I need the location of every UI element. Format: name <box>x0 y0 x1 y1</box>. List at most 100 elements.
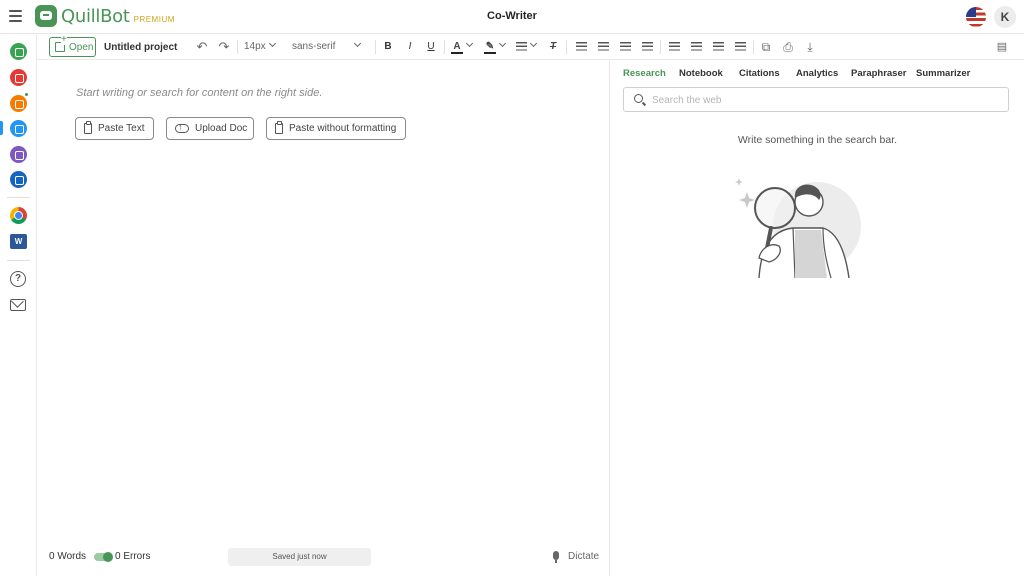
cloud-upload-icon <box>175 121 189 133</box>
add-document-icon <box>55 35 67 52</box>
menu-icon[interactable] <box>9 10 22 22</box>
bold-button[interactable]: B <box>381 39 395 55</box>
avatar[interactable]: K <box>994 6 1016 28</box>
editor-area[interactable]: Start writing or search for content on t… <box>37 60 610 576</box>
indent-button[interactable] <box>733 39 747 55</box>
sidebar-divider <box>7 260 30 261</box>
outdent-icon <box>712 41 724 51</box>
tab-research[interactable]: Research <box>623 68 666 79</box>
tab-citations[interactable]: Citations <box>739 68 780 79</box>
bullet-list-icon <box>668 41 680 51</box>
sidebar-item-quote[interactable] <box>10 171 27 188</box>
toolbar-divider <box>375 40 376 54</box>
align-justify-icon <box>641 41 653 51</box>
open-button[interactable]: Open <box>49 35 96 57</box>
chevron-down-icon <box>498 39 507 48</box>
clear-format-button[interactable]: T <box>546 39 560 55</box>
language-flag-icon[interactable] <box>966 7 986 27</box>
sidebar-item-co-writer[interactable] <box>10 120 27 137</box>
quillbot-logo-icon <box>35 5 57 27</box>
upload-doc-button[interactable]: Upload Doc <box>166 117 254 140</box>
help-icon[interactable]: ? <box>10 271 26 287</box>
highlight-button[interactable]: ✎ <box>484 39 512 55</box>
undo-icon[interactable]: ↶ <box>195 39 209 55</box>
font-size-select[interactable]: 14px <box>244 39 284 55</box>
text-color-icon: A <box>451 41 463 54</box>
top-bar: QuillBot PREMIUM Co-Writer K <box>0 0 1024 34</box>
active-indicator <box>0 121 3 135</box>
copy-button[interactable]: ⧉ <box>759 39 773 55</box>
redo-icon[interactable]: ↷ <box>217 39 231 55</box>
sidebar-item-paraphraser[interactable] <box>10 146 27 163</box>
underline-button[interactable]: U <box>424 39 438 55</box>
error-toggle[interactable] <box>94 552 113 562</box>
notification-dot <box>24 92 29 97</box>
sidebar-item-grammar-checker[interactable] <box>10 69 27 86</box>
tab-paraphraser[interactable]: Paraphraser <box>851 68 906 79</box>
search-icon <box>634 94 643 103</box>
line-spacing-button[interactable] <box>516 39 542 55</box>
chrome-extension-icon[interactable] <box>10 207 27 224</box>
align-justify-button[interactable] <box>640 39 654 55</box>
mail-icon[interactable] <box>10 299 26 311</box>
editor-toolbar: Open Untitled project ↶ ↷ 14px sans-seri… <box>37 34 1024 60</box>
tab-notebook[interactable]: Notebook <box>679 68 723 79</box>
word-count: 0 Words <box>49 551 87 562</box>
premium-badge: PREMIUM <box>133 14 175 24</box>
sidebar-divider <box>7 197 30 198</box>
download-button[interactable]: ⤓ <box>803 39 817 55</box>
editor-placeholder: Start writing or search for content on t… <box>76 87 323 99</box>
search-illustration <box>735 178 861 279</box>
paste-without-formatting-button[interactable]: Paste without formatting <box>266 117 406 140</box>
highlight-icon: ✎ <box>484 41 496 54</box>
text-color-button[interactable]: A <box>451 39 479 55</box>
logo[interactable]: QuillBot PREMIUM <box>35 5 175 27</box>
numbered-list-icon <box>690 41 702 51</box>
bullet-list-button[interactable] <box>667 39 681 55</box>
comment-icon[interactable]: ▤ <box>995 39 1009 55</box>
align-center-icon <box>597 41 609 51</box>
sidebar-item-citation[interactable] <box>10 95 27 112</box>
font-size-value: 14px <box>244 41 266 52</box>
align-right-icon <box>619 41 631 51</box>
research-panel: Research Notebook Citations Analytics Pa… <box>611 60 1024 576</box>
toolbar-divider <box>237 40 238 54</box>
error-count: 0 Errors <box>115 551 151 562</box>
paste-text-label: Paste Text <box>98 123 145 134</box>
outdent-button[interactable] <box>711 39 725 55</box>
italic-button[interactable]: I <box>403 39 417 55</box>
clipboard-icon <box>84 121 92 134</box>
numbered-list-button[interactable] <box>689 39 703 55</box>
web-search-box <box>623 87 1009 112</box>
align-left-button[interactable] <box>574 39 588 55</box>
chevron-down-icon <box>529 39 538 48</box>
word-addin-icon[interactable]: W <box>10 234 27 249</box>
align-right-button[interactable] <box>618 39 632 55</box>
print-button[interactable]: ⎙ <box>781 39 795 55</box>
toolbar-divider <box>444 40 445 54</box>
chevron-down-icon <box>465 39 474 48</box>
dictate-button[interactable]: Dictate <box>568 551 599 562</box>
search-input[interactable] <box>652 92 992 108</box>
chevron-down-icon <box>354 39 362 48</box>
line-spacing-icon <box>516 41 527 51</box>
microphone-icon[interactable] <box>553 551 559 563</box>
font-family-select[interactable]: sans-serif <box>292 39 370 55</box>
clipboard-icon <box>275 121 283 134</box>
brand-name: QuillBot <box>61 5 130 27</box>
indent-icon <box>734 41 746 51</box>
tab-summarizer[interactable]: Summarizer <box>916 68 970 79</box>
project-name[interactable]: Untitled project <box>104 42 177 53</box>
paste-text-button[interactable]: Paste Text <box>75 117 154 140</box>
open-label: Open <box>69 41 94 53</box>
tab-analytics[interactable]: Analytics <box>796 68 838 79</box>
font-family-value: sans-serif <box>292 41 336 52</box>
sidebar-item-summarizer[interactable] <box>10 43 27 60</box>
sidebar: W ? <box>0 34 37 576</box>
clear-format-icon: T <box>549 41 557 52</box>
paste-without-formatting-label: Paste without formatting <box>289 123 397 134</box>
save-status: Saved just now <box>228 548 371 566</box>
align-center-button[interactable] <box>596 39 610 55</box>
upload-doc-label: Upload Doc <box>195 123 248 134</box>
toolbar-divider <box>753 40 754 54</box>
